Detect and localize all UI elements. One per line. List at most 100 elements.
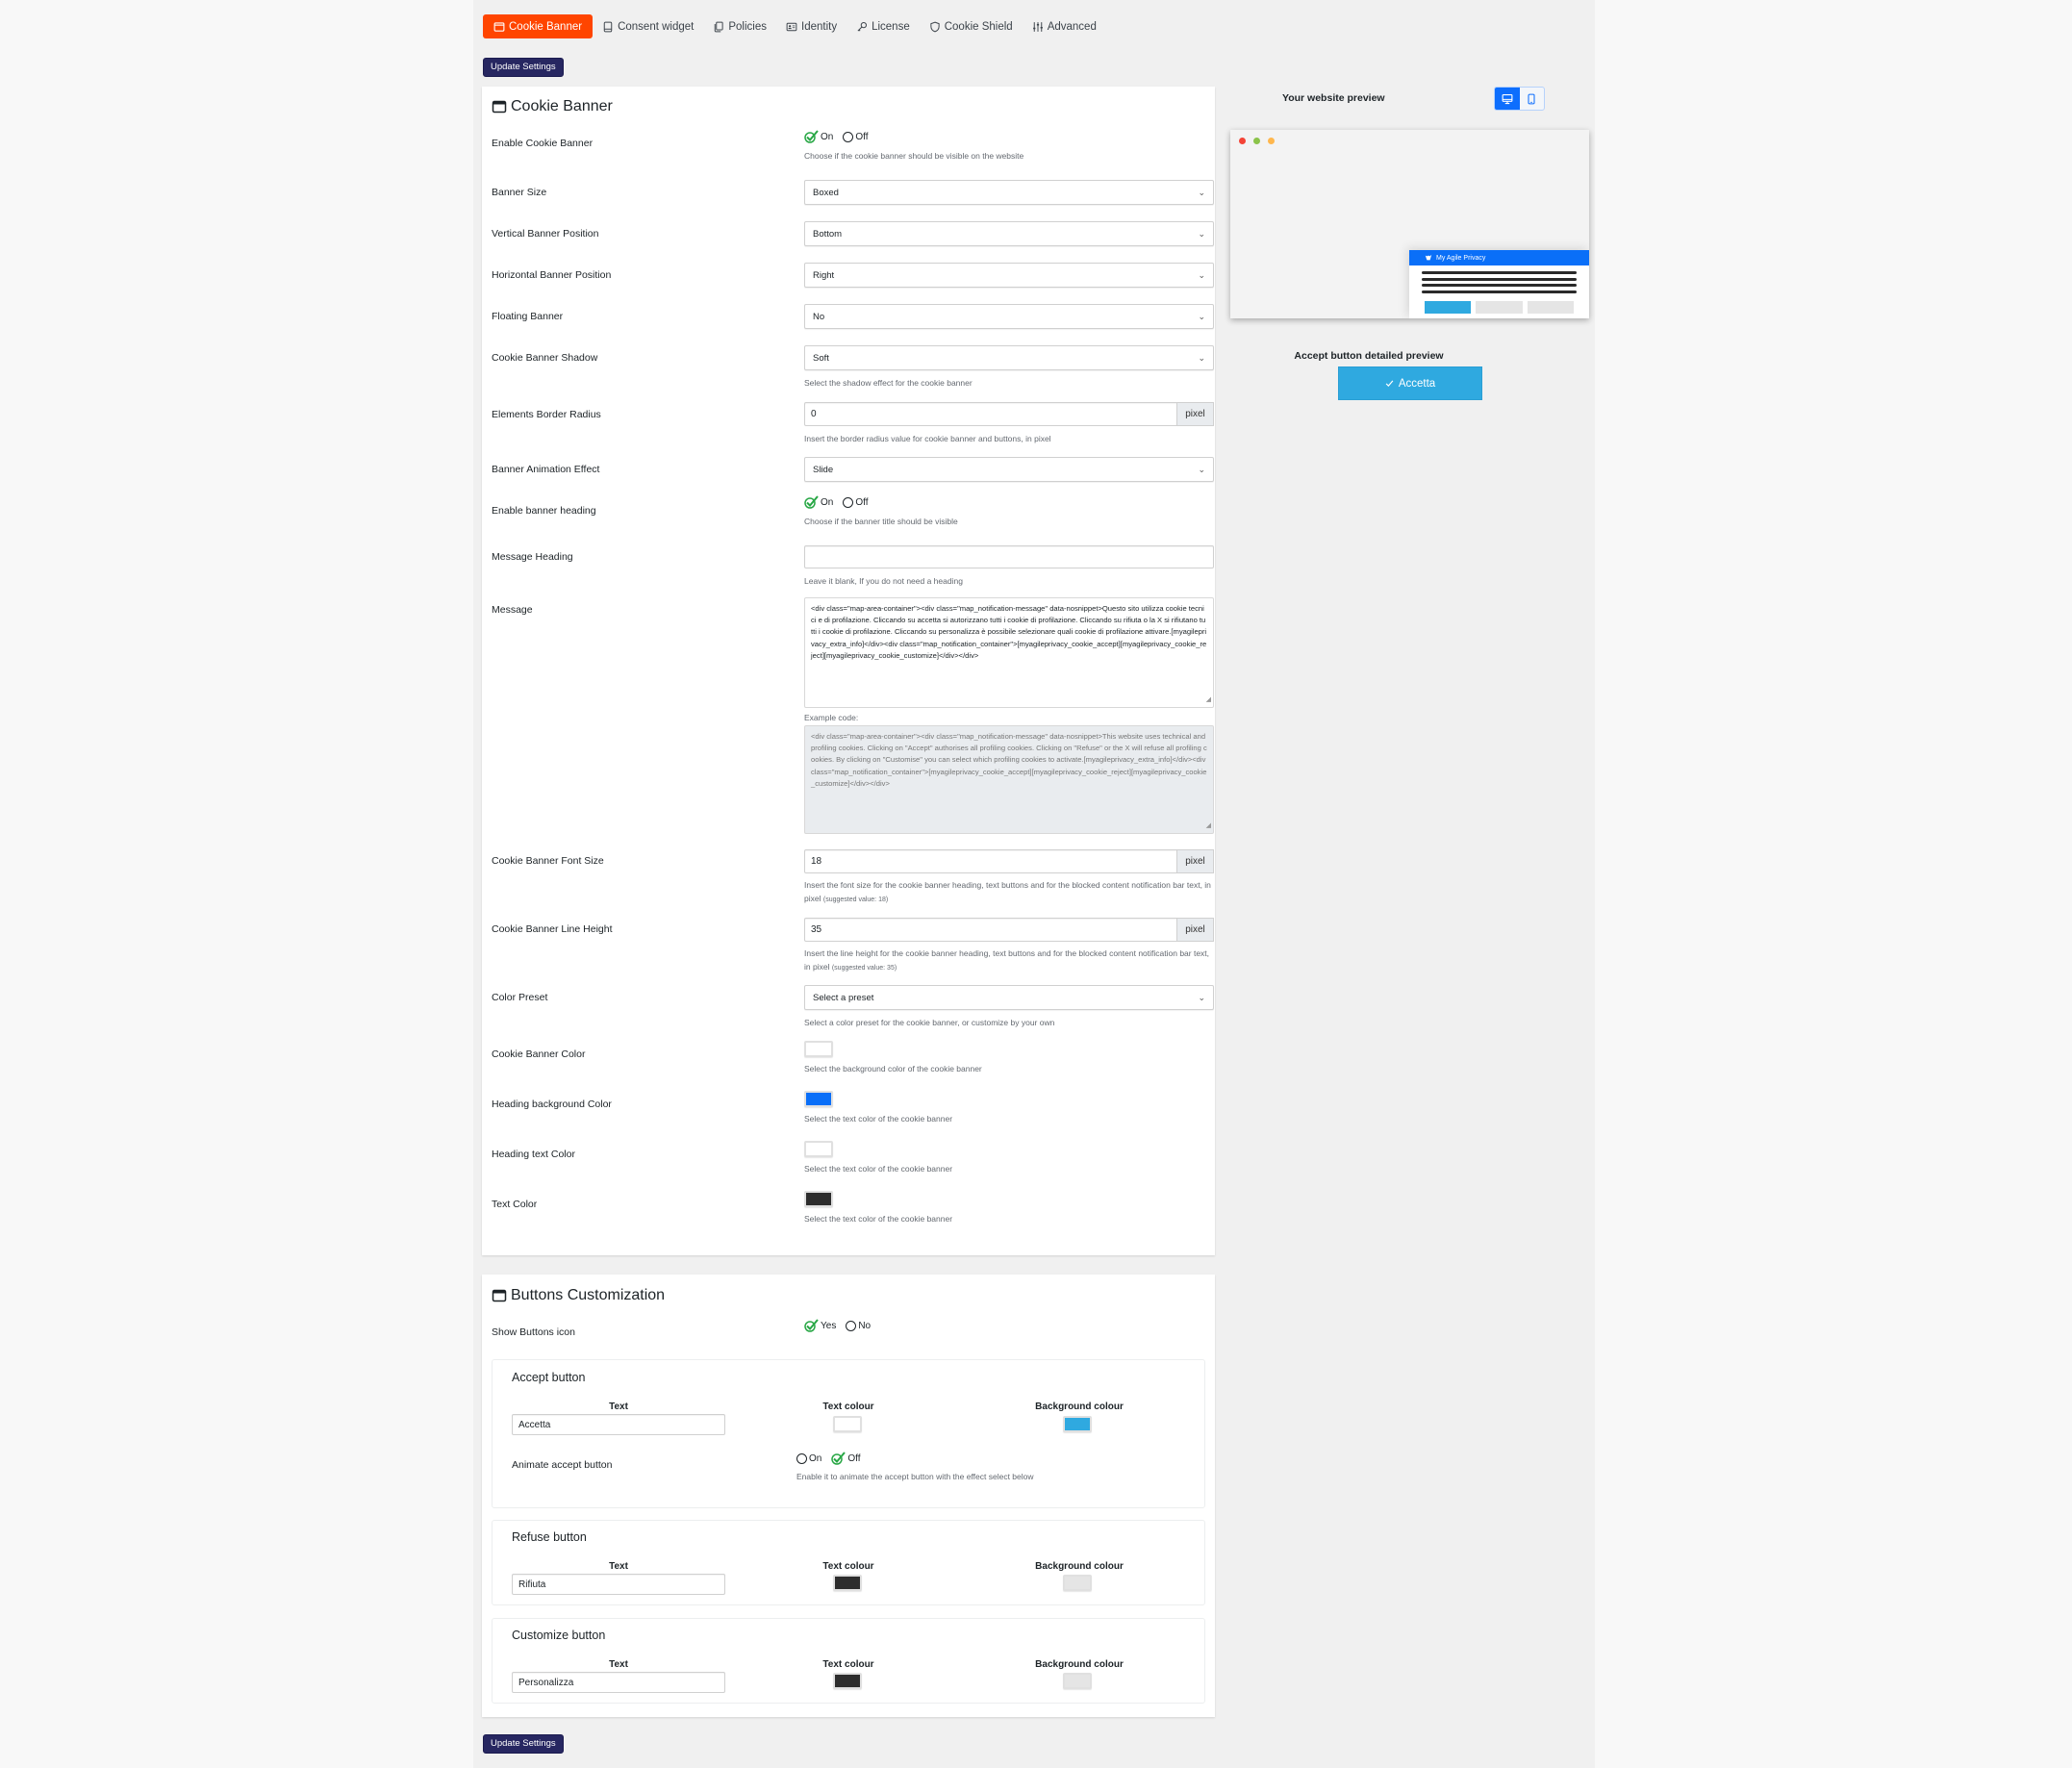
message-text: <div class="map-area-container"><div cla… [811,604,1207,660]
enable-heading-help: Choose if the banner title should be vis… [804,517,958,526]
accept-preview-label: Accetta [1398,377,1436,390]
message-heading-label: Message Heading [492,551,573,563]
banner-color-help: Select the background color of the cooki… [804,1064,982,1073]
heading-text-color-swatch[interactable] [804,1141,833,1157]
mobile-view-button[interactable] [1520,88,1545,110]
resize-handle-icon[interactable]: ◢ [1206,695,1211,706]
resize-handle-icon[interactable]: ◢ [1206,821,1211,832]
shadow-select[interactable]: Soft ⌄ [804,345,1214,370]
tab-advanced[interactable]: Advanced [1023,14,1106,38]
select-value: Right [813,269,835,281]
accept-button-card: Accept button Text Text colour Backgroun… [492,1359,1205,1508]
website-preview-window: My Agile Privacy [1230,130,1589,318]
update-settings-button-bottom[interactable]: Update Settings [483,1734,564,1754]
accept-text-input[interactable]: Accetta [512,1414,725,1435]
vertical-position-select[interactable]: Bottom ⌄ [804,221,1214,246]
tab-label: Cookie Shield [944,20,1013,33]
enable-heading-control: On Off Choose if the banner title should… [804,494,1214,528]
buttons-customization-card: Buttons Customization Show Buttons icon … [482,1275,1215,1717]
update-settings-button-top[interactable]: Update Settings [483,58,564,77]
color-preset-label: Color Preset [492,992,548,1003]
line-height-label: Cookie Banner Line Height [492,923,613,935]
chevron-down-icon: ⌄ [1198,187,1205,197]
banner-size-select[interactable]: Boxed ⌄ [804,180,1214,205]
heading-bg-color-swatch[interactable] [804,1091,833,1107]
tab-label: License [872,20,910,33]
show-icon-no-radio[interactable]: No [846,1320,871,1331]
accept-text-colour-swatch[interactable] [833,1416,862,1432]
tab-cookie-shield[interactable]: Cookie Shield [920,14,1023,38]
border-radius-input[interactable]: 0 [804,402,1177,426]
chevron-down-icon: ⌄ [1198,228,1205,239]
animate-accept-help: Enable it to animate the accept button w… [796,1472,1034,1481]
shadow-help: Select the shadow effect for the cookie … [804,378,973,388]
color-preset-select[interactable]: Select a preset ⌄ [804,985,1214,1010]
banner-color-swatch[interactable] [804,1041,833,1057]
color-preset-control: Select a preset ⌄ Select a color preset f… [804,985,1214,1029]
customize-bg-colour-swatch[interactable] [1063,1673,1092,1689]
animation-select[interactable]: Slide ⌄ [804,457,1214,482]
font-size-input[interactable]: 18 [804,849,1177,873]
customize-button-title: Customize button [512,1629,606,1642]
suggested-value: (suggested value: 35) [831,965,897,972]
message-textarea[interactable]: <div class="map-area-container"><div cla… [804,597,1214,708]
enable-heading-on-radio[interactable]: On [804,495,833,509]
refuse-text-colour-swatch[interactable] [833,1575,862,1591]
accept-button-title: Accept button [512,1371,586,1384]
refuse-bg-colour-swatch[interactable] [1063,1575,1092,1591]
text-color-control: Select the text color of the cookie bann… [804,1191,1214,1225]
text-color-swatch[interactable] [804,1191,833,1207]
tab-cookie-banner[interactable]: Cookie Banner [483,14,594,38]
heading-bg-color-control: Select the text color of the cookie bann… [804,1091,1214,1125]
text-colour-column-header: Text colour [822,1561,874,1572]
refuse-text-input[interactable]: Rifiuta [512,1574,725,1595]
message-control: <div class="map-area-container"><div cla… [804,597,1214,834]
tab-policies[interactable]: Policies [703,14,776,38]
mini-banner-brand: My Agile Privacy [1436,254,1486,262]
refuse-button-title: Refuse button [512,1530,587,1544]
message-label: Message [492,604,533,616]
chevron-down-icon: ⌄ [1198,464,1205,474]
tab-label: Advanced [1047,20,1097,33]
tab-identity[interactable]: Identity [776,14,846,38]
example-code-text: <div class="map-area-container"><div cla… [811,732,1207,788]
text-color-help: Select the text color of the cookie bann… [804,1214,953,1224]
tab-label: Identity [801,20,838,33]
tab-license[interactable]: License [846,14,920,38]
floating-banner-select[interactable]: No ⌄ [804,304,1214,329]
horizontal-position-select[interactable]: Right ⌄ [804,263,1214,288]
suggested-value: (suggested value: 18) [822,897,889,903]
shadow-label: Cookie Banner Shadow [492,352,598,364]
text-line [1422,290,1577,293]
tab-label: Consent widget [618,20,695,33]
animate-on-radio[interactable]: On [796,1452,821,1464]
website-preview-label: Your website preview [1282,92,1385,104]
text-color-label: Text Color [492,1199,538,1210]
customize-text-colour-swatch[interactable] [833,1673,862,1689]
tab-consent-widget[interactable]: Consent widget [593,14,703,38]
mini-cookie-banner: My Agile Privacy [1409,250,1589,318]
window-controls [1239,138,1275,144]
line-height-input[interactable]: 35 [804,918,1177,942]
example-code-label: Example code: [804,713,859,722]
cookie-banner-card: Cookie Banner Enable Cookie Banner On Of… [482,87,1215,1255]
text-colour-column-header: Text colour [822,1402,874,1412]
check-circle-icon [804,495,819,509]
message-heading-input[interactable] [804,545,1214,568]
customize-text-input[interactable]: Personalizza [512,1672,725,1693]
enable-heading-off-radio[interactable]: Off [843,496,869,508]
maximize-dot-icon [1253,138,1260,144]
desktop-view-button[interactable] [1495,88,1520,110]
example-code-textarea[interactable]: <div class="map-area-container"><div cla… [804,725,1214,834]
buttons-section-title: Buttons Customization [492,1287,665,1304]
accept-bg-colour-swatch[interactable] [1063,1416,1092,1432]
select-value: Bottom [813,228,843,240]
animate-off-radio[interactable]: Off [831,1452,861,1465]
show-icon-yes-radio[interactable]: Yes [804,1319,836,1332]
radio-label: Yes [821,1320,837,1331]
enable-cookie-banner-on-radio[interactable]: On [804,130,833,143]
mini-refuse-button [1476,301,1523,315]
accept-button-preview[interactable]: Accetta [1338,366,1482,400]
heading-text-color-help: Select the text color of the cookie bann… [804,1164,953,1174]
enable-cookie-banner-off-radio[interactable]: Off [843,131,869,142]
